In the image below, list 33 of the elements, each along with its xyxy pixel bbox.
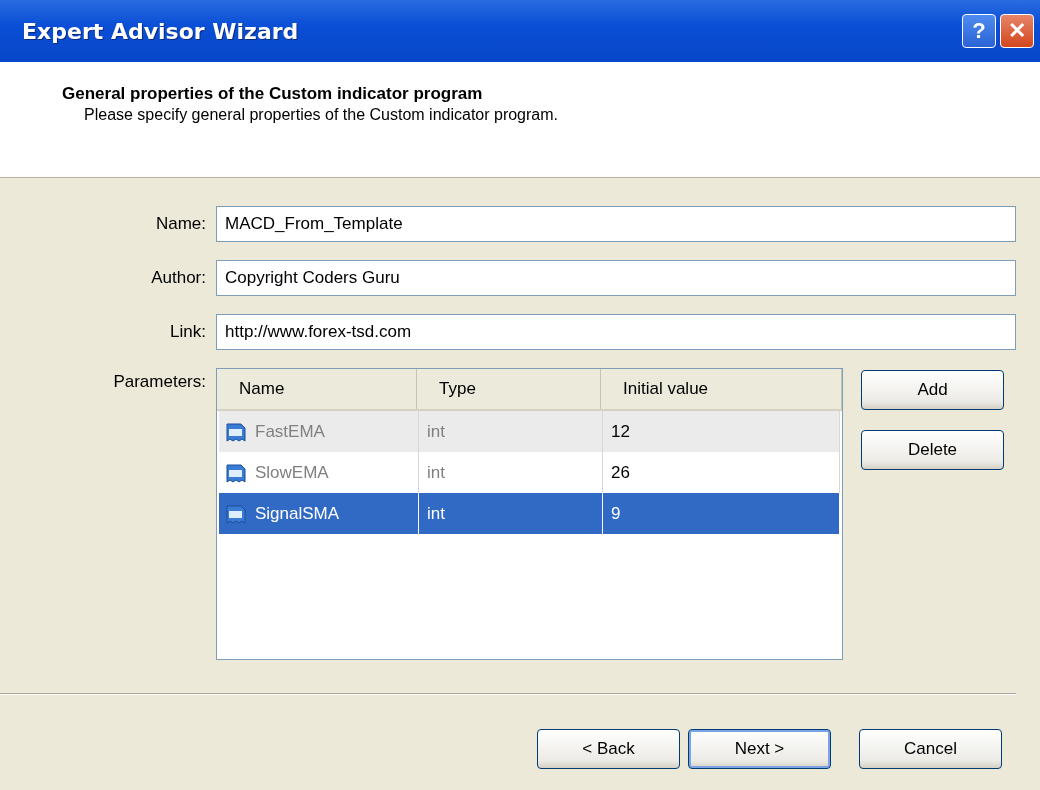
field-label: Author: [150,268,206,288]
table-cell: FastEMA [255,421,325,442]
number-icon [225,502,247,525]
number-icon [225,461,247,484]
field-label: Name: [154,214,206,234]
table-cell: 12 [611,421,630,442]
column-header[interactable]: Name [217,369,417,409]
page-subtitle: Please specify general properties of the Custom indicator program. [84,106,559,124]
table-row[interactable]: SignalSMA int 9 [219,493,840,534]
table-cell: int [427,421,445,442]
next-button[interactable]: Next > [688,729,831,769]
table-cell: int [427,462,445,483]
number-icon [225,420,247,443]
table-cell: SignalSMA [255,503,340,524]
table-cell: SlowEMA [255,462,329,483]
input-field[interactable]: Copyright Coders Guru [216,260,1016,296]
page-title: General properties of the Custom indicator program [62,84,484,104]
table-cell: int [427,503,445,524]
column-header[interactable]: Initial value [601,369,842,409]
field-label: Parameters: [112,371,206,392]
table-cell: 26 [611,462,630,483]
field-label: Link: [169,322,206,342]
window-title: Expert Advisor Wizard [22,18,299,44]
column-header[interactable]: Type [417,369,601,409]
cancel-button[interactable]: Cancel [859,729,1002,769]
back-button[interactable]: < Back [537,729,680,769]
add-button[interactable]: Add [861,370,1004,410]
help-button[interactable]: ? [962,14,996,48]
table-cell: 9 [611,503,621,524]
delete-button[interactable]: Delete [861,430,1004,470]
input-field[interactable]: MACD_From_Template [216,206,1016,242]
table-row[interactable]: FastEMA int 12 [219,411,840,452]
input-field[interactable]: http://www.forex-tsd.com [216,314,1016,350]
